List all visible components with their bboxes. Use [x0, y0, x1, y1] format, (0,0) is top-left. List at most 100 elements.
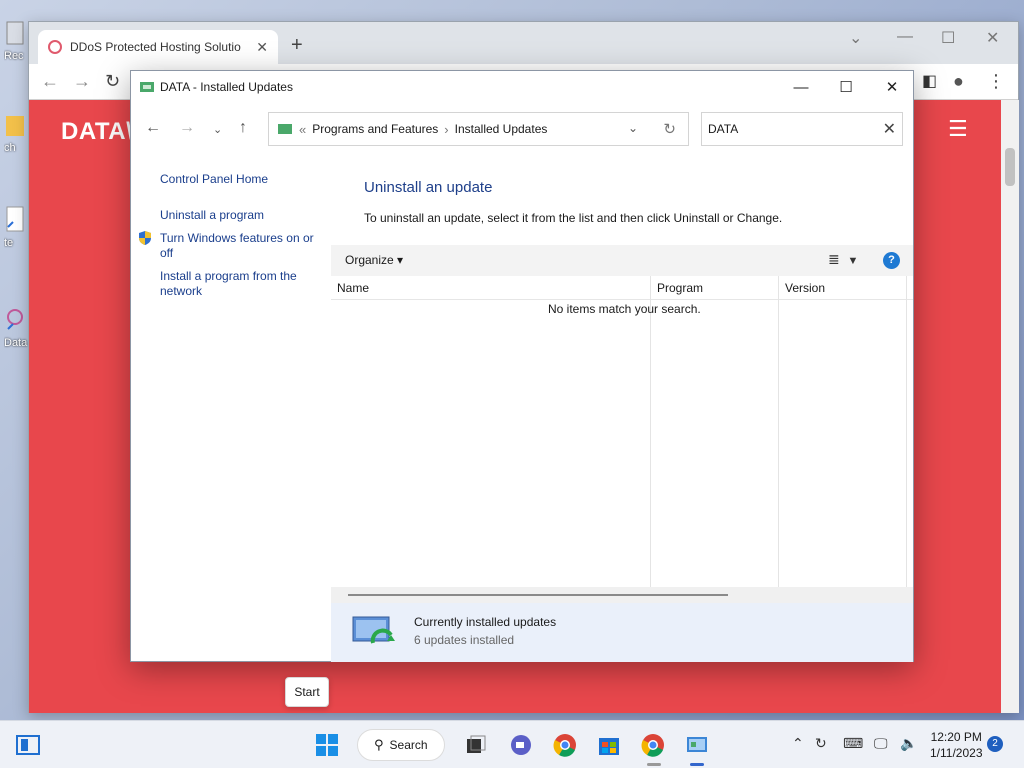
- window-titlebar[interactable]: DATA - Installed Updates — ☐ ✕: [131, 71, 913, 103]
- browser-minimize-button[interactable]: —: [897, 28, 913, 46]
- scrollbar-thumb[interactable]: [1005, 148, 1015, 186]
- close-button[interactable]: ✕: [869, 74, 915, 100]
- dropdown-arrow-icon: ▼: [847, 255, 859, 267]
- minimize-button[interactable]: —: [778, 74, 824, 100]
- list-view-icon: ≣: [828, 251, 840, 267]
- shortcut-icon: [6, 206, 24, 232]
- sync-icon[interactable]: ↻: [815, 735, 827, 752]
- installed-updates-icon: [352, 616, 395, 644]
- store-icon[interactable]: [597, 733, 621, 757]
- back-arrow-icon[interactable]: ←: [145, 119, 161, 137]
- column-header-name[interactable]: Name: [337, 281, 369, 295]
- desktop-icon-label: Rec: [4, 50, 24, 62]
- organize-label: Organize: [345, 253, 394, 267]
- programs-features-icon: [278, 124, 292, 134]
- address-row: ← → ⌄ ↑ « Programs and Features › Instal…: [131, 111, 913, 147]
- empty-list-message: No items match your search.: [548, 302, 701, 316]
- browser-close-button[interactable]: ✕: [986, 28, 999, 48]
- shield-icon: [139, 231, 151, 245]
- back-icon[interactable]: ←: [41, 71, 59, 92]
- clock[interactable]: 12:20 PM 1/11/2023: [930, 729, 983, 761]
- network-icon: [7, 309, 23, 330]
- content-pane: Uninstall an update To uninstall an upda…: [331, 155, 913, 662]
- site-logo[interactable]: DATA\: [61, 118, 133, 146]
- tasks-pane: Control Panel Home Uninstall a program T…: [131, 155, 331, 662]
- hamburger-menu-icon[interactable]: ☰: [948, 116, 968, 142]
- column-divider[interactable]: [650, 276, 651, 587]
- breadcrumb-programs-and-features[interactable]: Programs and Features: [312, 122, 438, 136]
- forward-icon[interactable]: →: [73, 71, 91, 92]
- browser-tab-bar: DDoS Protected Hosting Solutio ✕ + ⌄ — ☐…: [29, 22, 1018, 64]
- chat-icon[interactable]: [509, 733, 533, 757]
- taskbar-search-button[interactable]: ⚲ Search: [357, 729, 445, 761]
- clear-search-icon[interactable]: ✕: [883, 119, 896, 139]
- network-icon[interactable]: 🖵: [874, 735, 888, 752]
- page-title: Uninstall an update: [364, 179, 493, 196]
- column-divider[interactable]: [778, 276, 779, 587]
- forward-arrow-icon[interactable]: →: [179, 119, 195, 137]
- notification-badge[interactable]: 2: [987, 736, 1003, 752]
- sidepanel-icon[interactable]: ◧: [922, 71, 937, 91]
- column-divider[interactable]: [906, 276, 907, 587]
- command-bar: Organize ▾ ≣ ▼ ?: [331, 245, 913, 276]
- uninstall-program-link[interactable]: Uninstall a program: [160, 208, 320, 223]
- browser-scrollbar[interactable]: [1001, 100, 1019, 713]
- maximize-button[interactable]: ☐: [823, 74, 869, 100]
- browser-tab[interactable]: DDoS Protected Hosting Solutio ✕: [38, 30, 278, 64]
- details-title: Currently installed updates: [414, 615, 557, 629]
- control-panel-icon[interactable]: [685, 733, 709, 757]
- chevron-right-icon[interactable]: ›: [444, 122, 448, 137]
- scrollbar-thumb[interactable]: [348, 594, 728, 596]
- chevron-down-icon[interactable]: ⌄: [628, 121, 638, 135]
- desktop-icon-data[interactable]: Data: [4, 305, 30, 349]
- active-indicator: [690, 763, 704, 766]
- column-header-version[interactable]: Version: [785, 281, 825, 295]
- change-view-button[interactable]: ≣ ▼: [828, 251, 858, 268]
- keyboard-icon[interactable]: ⌨: [843, 735, 863, 752]
- help-icon[interactable]: ?: [883, 252, 900, 269]
- organize-button[interactable]: Organize ▾: [345, 253, 403, 267]
- horizontal-scrollbar[interactable]: [331, 587, 913, 603]
- browser-maximize-button[interactable]: ☐: [941, 28, 955, 48]
- column-header-program[interactable]: Program: [657, 281, 703, 295]
- search-input[interactable]: DATA: [708, 122, 883, 136]
- start-button[interactable]: [315, 733, 339, 757]
- install-from-network-link[interactable]: Install a program from the network: [160, 269, 320, 299]
- window-title: DATA - Installed Updates: [160, 80, 293, 94]
- desktop-icon-label: ch: [4, 142, 16, 154]
- desktop-icon-folder[interactable]: ch: [4, 110, 30, 154]
- breadcrumb-installed-updates[interactable]: Installed Updates: [455, 122, 548, 136]
- desktop-icon-label: te: [4, 237, 14, 249]
- new-tab-button[interactable]: +: [291, 34, 303, 57]
- search-icon: ⚲: [374, 737, 384, 752]
- desktop-icon-label: Data: [4, 337, 28, 349]
- task-view-icon[interactable]: [464, 733, 488, 757]
- details-count: 6 updates installed: [414, 633, 515, 647]
- breadcrumb-overflow[interactable]: «: [299, 122, 306, 137]
- show-hidden-icons-icon[interactable]: ⌃: [792, 735, 804, 752]
- tab-search-icon[interactable]: ⌄: [849, 28, 862, 48]
- details-pane: Currently installed updates 6 updates in…: [331, 603, 913, 662]
- widgets-icon[interactable]: [16, 733, 40, 757]
- close-tab-icon[interactable]: ✕: [256, 39, 268, 56]
- chrome-icon[interactable]: [553, 733, 577, 757]
- profile-icon[interactable]: ●: [953, 71, 964, 92]
- up-arrow-icon[interactable]: ↑: [239, 119, 247, 137]
- recent-locations-icon[interactable]: ⌄: [213, 123, 222, 136]
- refresh-icon[interactable]: ↻: [663, 120, 676, 138]
- installed-updates-window: DATA - Installed Updates — ☐ ✕ ← → ⌄ ↑ «…: [130, 70, 914, 662]
- desktop-icon-recycle-bin[interactable]: Rec: [4, 18, 30, 62]
- address-bar[interactable]: « Programs and Features › Installed Upda…: [268, 112, 689, 146]
- reload-icon[interactable]: ↻: [105, 71, 120, 92]
- start-tooltip: Start: [285, 677, 329, 707]
- menu-icon[interactable]: ⋮: [987, 71, 1005, 92]
- search-box[interactable]: DATA ✕: [701, 112, 903, 146]
- recycle-bin-icon: [6, 21, 24, 45]
- windows-features-link[interactable]: Turn Windows features on or off: [160, 231, 320, 261]
- clock-date: 1/11/2023: [930, 746, 983, 760]
- volume-icon[interactable]: 🔈: [900, 735, 917, 752]
- control-panel-home-link[interactable]: Control Panel Home: [160, 172, 320, 187]
- desktop-icon-shortcut[interactable]: te: [4, 205, 30, 249]
- dropdown-arrow-icon: ▾: [397, 253, 404, 267]
- chrome-active-icon[interactable]: [641, 733, 665, 757]
